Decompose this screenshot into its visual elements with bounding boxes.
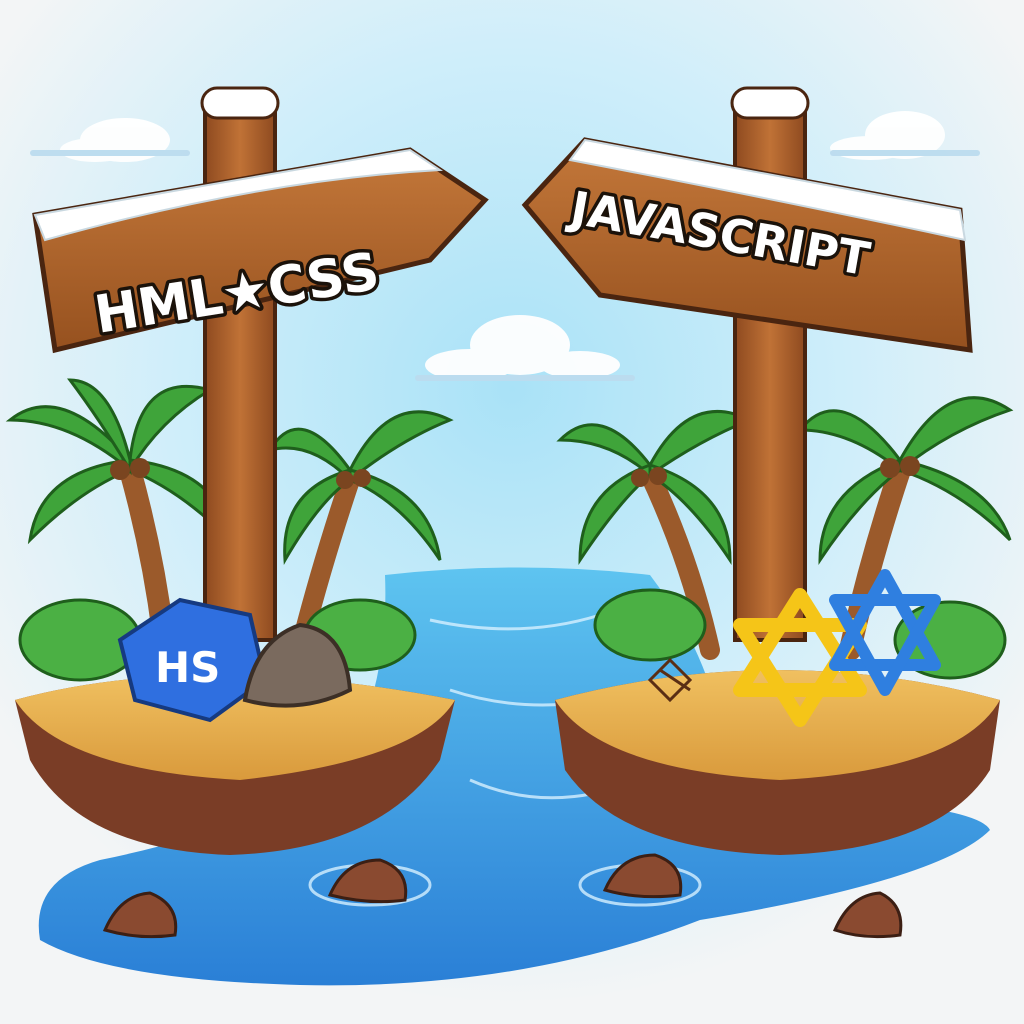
- hs-badge-label: HS: [155, 643, 220, 692]
- illustration-scene: HML★CSS JAVASCRIPT HS: [0, 0, 1024, 1024]
